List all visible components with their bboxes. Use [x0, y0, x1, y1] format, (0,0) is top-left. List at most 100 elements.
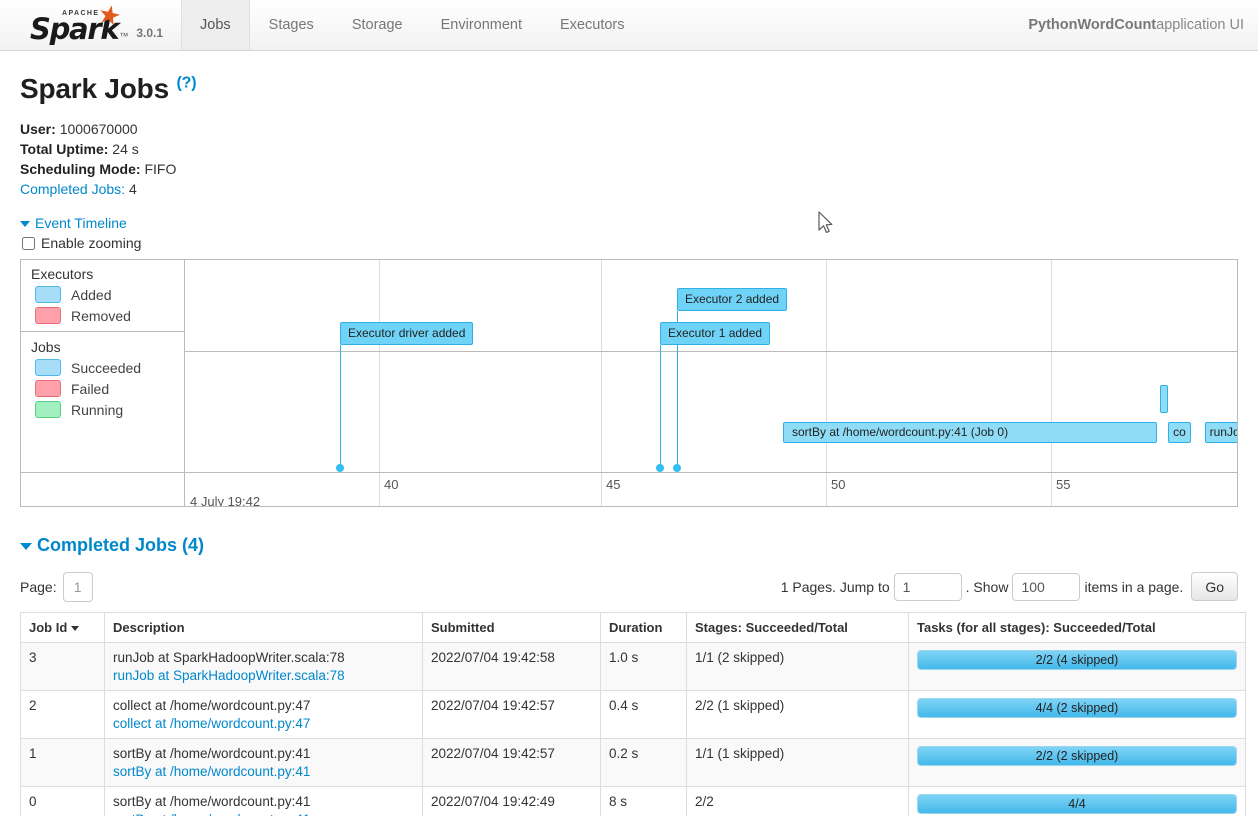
cell-job-id: 3 — [20, 642, 105, 691]
timeline-section-divider — [185, 351, 1237, 352]
spark-logo: APACHE ★ Spark ™ — [30, 0, 129, 44]
timeline-job-bar-collect[interactable]: co — [1168, 422, 1191, 443]
column-header-job-id[interactable]: Job Id — [20, 612, 105, 643]
event-timeline-toggle-label: Event Timeline — [35, 215, 127, 231]
legend-item-job-running: Running — [35, 401, 184, 418]
tab-stages[interactable]: Stages — [250, 0, 333, 50]
spark-version-label: 3.0.1 — [136, 26, 164, 40]
description-link[interactable]: sortBy at /home/wordcount.py:41 — [113, 812, 414, 816]
enable-zooming-checkbox[interactable] — [22, 236, 35, 250]
legend-item-executor-removed: Removed — [35, 307, 184, 324]
cell-submitted: 2022/07/04 19:42:57 — [422, 690, 601, 739]
column-header-stages[interactable]: Stages: Succeeded/Total — [686, 612, 909, 643]
cell-submitted: 2022/07/04 19:42:58 — [422, 642, 601, 691]
cell-stages: 1/1 (2 skipped) — [686, 642, 909, 691]
application-title: PythonWordCount application UI — [1028, 0, 1258, 50]
timeline-event-dot — [656, 464, 664, 472]
jump-to-input[interactable] — [893, 572, 962, 601]
application-name: PythonWordCount — [1028, 17, 1157, 33]
summary-uptime: Total Uptime: 24 s — [20, 139, 1242, 159]
timeline-job-bar-job-0[interactable]: sortBy at /home/wordcount.py:41 (Job 0) — [783, 422, 1157, 443]
timeline-axis-tick-label: 55 — [1056, 477, 1071, 492]
timeline-gridline — [379, 260, 380, 472]
table-body: 3 runJob at SparkHadoopWriter.scala:78 r… — [20, 642, 1246, 816]
description-link[interactable]: sortBy at /home/wordcount.py:41 — [113, 764, 414, 779]
show-text: . Show — [965, 578, 1009, 595]
page-title: Spark Jobs (?) — [20, 73, 1242, 105]
cell-job-id: 2 — [20, 690, 105, 739]
enable-zooming-label[interactable]: Enable zooming — [41, 235, 141, 251]
completed-jobs-toggle[interactable]: Completed Jobs (4) — [20, 535, 204, 555]
cell-stages: 2/2 (1 skipped) — [686, 690, 909, 739]
timeline-axis-tick-label: 50 — [831, 477, 846, 492]
timeline-event-dot — [673, 464, 681, 472]
completed-jobs-title-text: Completed Jobs (4) — [37, 535, 205, 555]
tasks-progress-label: 2/2 (2 skipped) — [1035, 749, 1119, 763]
cell-tasks: 2/2 (2 skipped) — [908, 738, 1246, 787]
summary-completed-jobs-link[interactable]: Completed Jobs: — [20, 181, 125, 197]
legend-swatch-added — [35, 286, 61, 303]
description-link[interactable]: runJob at SparkHadoopWriter.scala:78 — [113, 668, 414, 683]
caret-down-icon — [20, 221, 30, 228]
cell-job-id: 0 — [20, 786, 105, 816]
cell-description: collect at /home/wordcount.py:47 collect… — [104, 690, 423, 739]
description-text: sortBy at /home/wordcount.py:41 — [113, 746, 311, 761]
column-header-submitted[interactable]: Submitted — [422, 612, 601, 643]
summary-scheduling-label: Scheduling Mode: — [20, 161, 141, 177]
timeline-event-label[interactable]: Executor driver added — [340, 322, 474, 345]
tasks-progress-label: 4/4 (2 skipped) — [1035, 701, 1119, 715]
cell-stages: 2/2 — [686, 786, 909, 816]
legend-swatch-failed — [35, 380, 61, 397]
legend-item-job-succeeded: Succeeded — [35, 359, 184, 376]
legend-executors-title: Executors — [31, 266, 94, 282]
enable-zooming-row: Enable zooming — [20, 235, 1242, 251]
cell-duration: 0.4 s — [600, 690, 687, 739]
column-header-duration[interactable]: Duration — [600, 612, 687, 643]
timeline-event-label[interactable]: Executor 2 added — [677, 288, 788, 311]
column-header-tasks[interactable]: Tasks (for all stages): Succeeded/Total — [908, 612, 1246, 643]
tab-environment[interactable]: Environment — [422, 0, 541, 50]
spark-logo-link[interactable]: APACHE ★ Spark ™ 3.0.1 — [0, 0, 173, 50]
cell-description: sortBy at /home/wordcount.py:41 sortBy a… — [104, 738, 423, 787]
legend-item-executor-added: Added — [35, 286, 184, 303]
tasks-progress-bar: 4/4 — [917, 794, 1237, 814]
event-timeline-chart[interactable]: Executors Added Removed Jobs Succeeded F… — [20, 259, 1238, 507]
summary-user-value: 1000670000 — [59, 121, 138, 137]
legend-swatch-succeeded — [35, 359, 61, 376]
tab-executors[interactable]: Executors — [541, 0, 643, 50]
cell-duration: 1.0 s — [600, 642, 687, 691]
go-button[interactable]: Go — [1191, 572, 1238, 601]
application-title-suffix: application UI — [1156, 17, 1244, 33]
timeline-plot-area[interactable]: Executor driver added Executor 2 added E… — [185, 260, 1237, 472]
cell-tasks: 4/4 — [908, 786, 1246, 816]
legend-group-executors: Executors Added Removed — [21, 260, 184, 324]
apache-wordmark: APACHE — [62, 10, 100, 17]
description-link[interactable]: collect at /home/wordcount.py:47 — [113, 716, 414, 731]
help-icon[interactable]: (?) — [177, 75, 197, 92]
page-label: Page: — [20, 579, 57, 595]
tab-storage[interactable]: Storage — [333, 0, 422, 50]
main-nav-tabs: Jobs Stages Storage Environment Executor… — [181, 0, 643, 50]
trademark-symbol: ™ — [119, 31, 129, 41]
tasks-progress-label: 4/4 — [1068, 797, 1086, 811]
timeline-axis-date-label: 4 July 19:42 — [190, 494, 261, 507]
column-header-description[interactable]: Description — [104, 612, 423, 643]
items-per-page-input[interactable] — [1012, 572, 1081, 601]
timeline-event-label[interactable]: Executor 1 added — [660, 322, 771, 345]
summary-scheduling-value: FIFO — [144, 161, 177, 177]
page-content: Spark Jobs (?) User: 1000670000 Total Up… — [0, 73, 1258, 816]
tab-jobs[interactable]: Jobs — [181, 0, 250, 50]
summary-uptime-label: Total Uptime: — [20, 141, 109, 157]
cell-tasks: 2/2 (4 skipped) — [908, 642, 1246, 691]
timeline-event-stem — [660, 345, 661, 467]
timeline-job-bar-narrow[interactable] — [1160, 385, 1168, 413]
page-number-input[interactable] — [62, 572, 93, 602]
legend-swatch-removed — [35, 307, 61, 324]
job-summary-list: User: 1000670000 Total Uptime: 24 s Sche… — [20, 119, 1242, 199]
event-timeline-toggle[interactable]: Event Timeline — [20, 215, 127, 231]
cell-job-id: 1 — [20, 738, 105, 787]
summary-user: User: 1000670000 — [20, 119, 1242, 139]
timeline-job-bar-runjob[interactable]: runJob — [1205, 422, 1237, 443]
caret-down-icon — [20, 542, 32, 550]
table-row: 1 sortBy at /home/wordcount.py:41 sortBy… — [20, 738, 1246, 787]
